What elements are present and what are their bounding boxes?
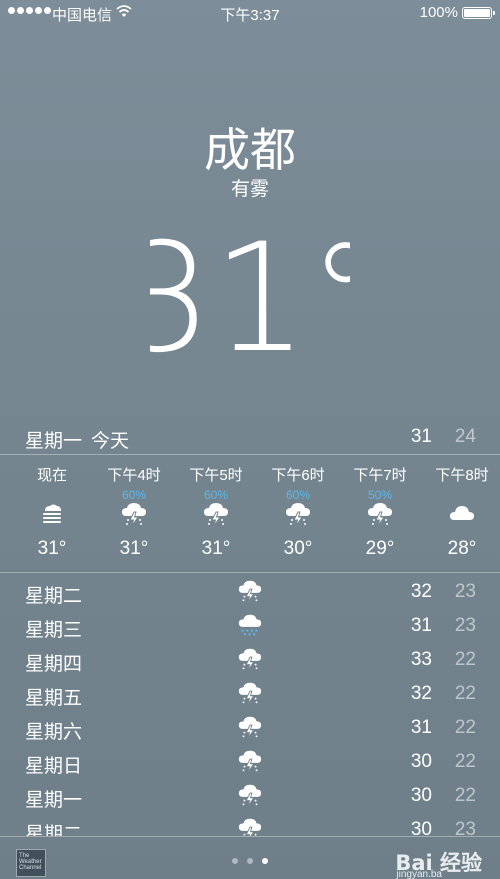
daily-high: 31 xyxy=(410,615,432,636)
hourly-time: 下午8时 xyxy=(435,467,489,484)
hourly-item: 下午7时 50% 29° xyxy=(339,456,421,572)
hourly-item: 现在 31° xyxy=(11,456,93,572)
daily-low: 22 xyxy=(454,683,476,704)
hourly-item: 下午4时 60% 31° xyxy=(93,456,175,572)
hourly-time: 下午4时 xyxy=(107,467,161,484)
daily-low: 22 xyxy=(454,717,476,738)
daily-low: 23 xyxy=(454,819,476,836)
daily-row: 星期二 32 23 xyxy=(0,574,500,608)
daily-weekday: 星期二 xyxy=(25,586,83,607)
today-weekday: 星期一 xyxy=(25,431,83,452)
thunderstorm-icon xyxy=(237,680,263,706)
daily-weekday: 星期二 xyxy=(25,824,83,836)
daily-high: 32 xyxy=(410,683,432,704)
daily-low: 23 xyxy=(454,615,476,636)
hourly-temperature: 31° xyxy=(201,538,231,559)
daily-weekday: 星期六 xyxy=(25,722,83,743)
hourly-time: 下午5时 xyxy=(189,467,243,484)
daily-low: 23 xyxy=(454,581,476,602)
thunderstorm-icon xyxy=(237,748,263,774)
daily-weekday: 星期四 xyxy=(25,654,83,675)
today-summary-row: 星期一 今天 31 24 xyxy=(0,422,500,454)
hourly-item: 下午8时 28° xyxy=(421,456,500,572)
divider xyxy=(0,454,500,455)
daily-weekday: 星期一 xyxy=(25,790,83,811)
weather-condition: 有雾 xyxy=(230,179,269,200)
page-dot[interactable] xyxy=(247,858,253,864)
daily-high: 30 xyxy=(410,785,432,806)
thunderstorm-icon xyxy=(237,782,263,808)
page-dot[interactable] xyxy=(262,858,268,864)
daily-high: 32 xyxy=(410,581,432,602)
fog-icon xyxy=(38,500,66,528)
city-name: 成都 xyxy=(204,123,296,177)
thunderstorm-icon xyxy=(284,500,312,528)
today-low: 24 xyxy=(454,426,476,447)
battery-percentage: 100% xyxy=(419,4,458,21)
daily-row: 星期二 30 23 xyxy=(0,812,500,836)
thunderstorm-icon xyxy=(237,714,263,740)
daily-high: 30 xyxy=(410,819,432,836)
thunderstorm-icon xyxy=(202,500,230,528)
hourly-temperature: 31° xyxy=(37,538,67,559)
hourly-time: 下午6时 xyxy=(271,467,325,484)
daily-row: 星期五 32 22 xyxy=(0,676,500,710)
hourly-item: 下午5时 60% 31° xyxy=(175,456,257,572)
weather-channel-logo[interactable]: The Weather Channel xyxy=(16,849,46,877)
watermark-logo: Bai 经验 xyxy=(395,851,482,875)
daily-low: 22 xyxy=(454,751,476,772)
daily-low: 22 xyxy=(454,649,476,670)
thunderstorm-icon xyxy=(120,500,148,528)
daily-forecast-list[interactable]: 星期二 32 23 星期三 31 23 星期四 33 22 星期五 32 22 星期六 31 22 星期日 30… xyxy=(0,574,500,836)
hourly-time: 下午7时 xyxy=(353,467,407,484)
hourly-temperature: 29° xyxy=(365,538,395,559)
hourly-temperature: 31° xyxy=(119,538,149,559)
daily-row: 星期一 30 22 xyxy=(0,778,500,812)
bottom-bar: The Weather Channel jingyan.ba Bai 经验 xyxy=(0,837,500,879)
hourly-temperature: 28° xyxy=(447,538,477,559)
divider xyxy=(0,572,500,573)
battery-icon xyxy=(462,7,495,19)
rain-icon xyxy=(237,612,263,638)
daily-high: 33 xyxy=(410,649,432,670)
thunderstorm-icon xyxy=(237,816,263,836)
page-indicator[interactable] xyxy=(232,858,268,864)
hourly-time: 现在 xyxy=(36,467,67,484)
status-bar: 中国电信 下午3:37 100% xyxy=(0,0,500,26)
thunderstorm-icon xyxy=(237,578,263,604)
hourly-forecast[interactable]: 现在 31° 下午4时 60% 31° 下午5时 60% 31° 下午6时 60% 30° 下午7时 5… xyxy=(0,456,500,572)
daily-high: 30 xyxy=(410,751,432,772)
thunderstorm-icon xyxy=(366,500,394,528)
daily-row: 星期四 33 22 xyxy=(0,642,500,676)
hourly-item: 下午6时 60% 30° xyxy=(257,456,339,572)
today-label: 今天 xyxy=(91,431,130,452)
current-temperature: 31° xyxy=(0,210,500,370)
today-high: 31 xyxy=(410,426,432,447)
page-dot[interactable] xyxy=(232,858,238,864)
daily-row: 星期六 31 22 xyxy=(0,710,500,744)
daily-weekday: 星期三 xyxy=(25,620,83,641)
daily-weekday: 星期日 xyxy=(25,756,83,777)
daily-low: 22 xyxy=(454,785,476,806)
daily-row: 星期日 30 22 xyxy=(0,744,500,778)
hourly-temperature: 30° xyxy=(283,538,313,559)
daily-weekday: 星期五 xyxy=(25,688,83,709)
daily-high: 31 xyxy=(410,717,432,738)
current-temperature-value: 31° xyxy=(150,212,350,360)
daily-row: 星期三 31 23 xyxy=(0,608,500,642)
cloud-icon xyxy=(448,500,476,528)
thunderstorm-icon xyxy=(237,646,263,672)
